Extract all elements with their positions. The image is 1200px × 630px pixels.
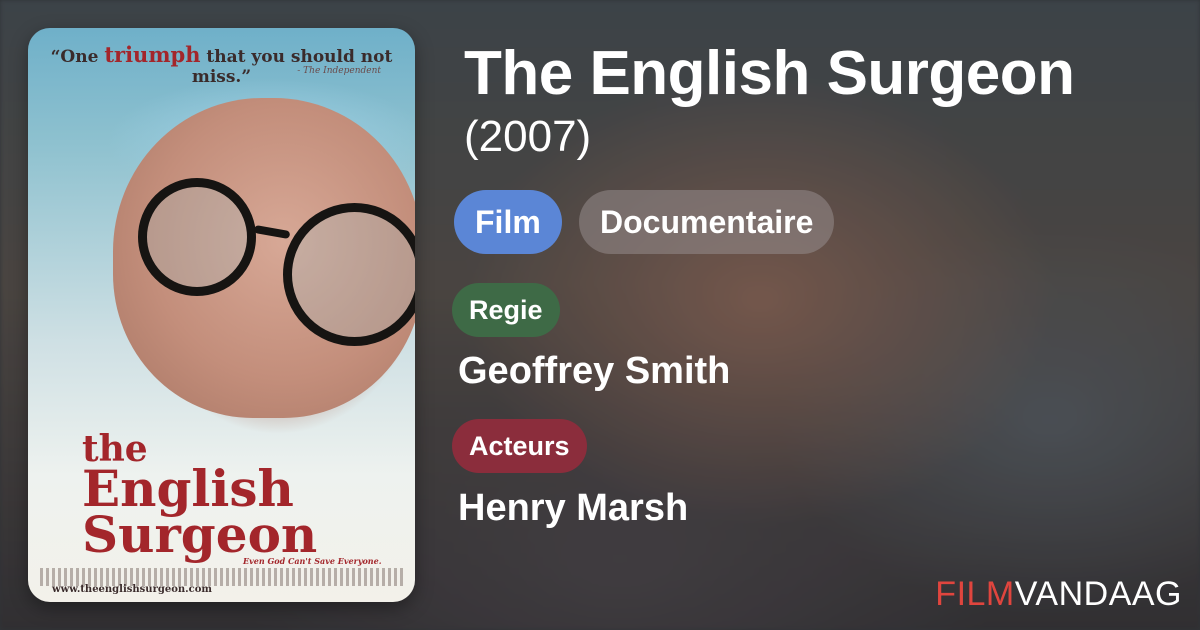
movie-year: (2007) — [464, 112, 592, 161]
poster-quote-source: - The Independent — [297, 66, 381, 76]
poster-tagline: Even God Can't Save Everyone. — [243, 556, 382, 566]
director-label: Regie — [452, 283, 560, 337]
type-pill: Film — [454, 190, 562, 254]
poster-glasses-right — [283, 203, 415, 346]
movie-title: The English Surgeon — [464, 39, 1075, 108]
cast-name: Henry Marsh — [458, 487, 689, 529]
genre-pill: Documentaire — [579, 190, 835, 254]
poster-glasses-left — [138, 178, 256, 296]
movie-poster: “One triumph that you should not miss.” … — [28, 28, 415, 602]
cast-label: Acteurs — [452, 419, 587, 473]
poster-quote: “One triumph that you should not miss.” — [50, 42, 393, 87]
director-name: Geoffrey Smith — [458, 350, 731, 392]
poster-title: the English Surgeon — [82, 428, 318, 565]
poster-url: www.theenglishsurgeon.com — [52, 584, 212, 595]
filmvandaag-logo: FILMVANDAAG — [935, 575, 1182, 613]
